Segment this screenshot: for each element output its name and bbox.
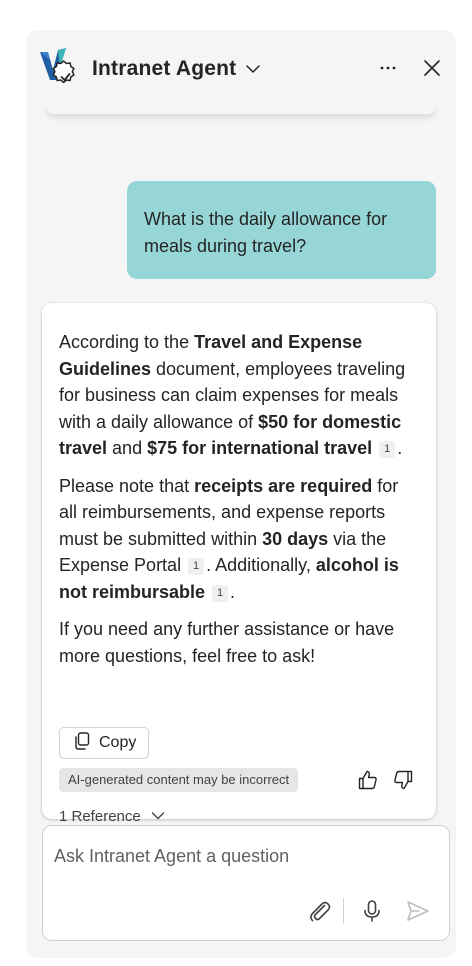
- response-paragraph-1: According to the Travel and Expense Guid…: [59, 332, 406, 458]
- agent-logo-icon: [38, 46, 78, 86]
- agent-panel: Intranet Agent What is the daily allowan…: [26, 30, 456, 958]
- close-icon[interactable]: [418, 54, 446, 82]
- thumbs-down-icon[interactable]: [392, 769, 414, 791]
- citation-marker[interactable]: 1: [212, 584, 229, 602]
- copy-button-label: Copy: [99, 734, 137, 751]
- chevron-down-icon: [151, 808, 165, 825]
- chevron-down-icon[interactable]: [244, 60, 262, 78]
- composer: [42, 825, 450, 941]
- user-message: What is the daily allowance for meals du…: [127, 181, 436, 279]
- thumbs-up-icon[interactable]: [357, 769, 379, 791]
- agent-response-card: According to the Travel and Expense Guid…: [42, 303, 436, 825]
- citation-marker[interactable]: 1: [188, 558, 205, 575]
- header-divider: [46, 106, 436, 114]
- paperclip-icon[interactable]: [307, 898, 333, 924]
- agent-title[interactable]: Intranet Agent: [92, 57, 236, 81]
- references-toggle[interactable]: 1 Reference: [59, 808, 165, 825]
- panel-header: Intranet Agent: [26, 30, 456, 108]
- references-label: 1 Reference: [59, 808, 141, 825]
- more-options-icon[interactable]: [374, 54, 402, 82]
- copy-icon: [74, 731, 90, 755]
- copy-button[interactable]: Copy: [59, 727, 149, 759]
- response-paragraph-2: Please note that receipts are required f…: [59, 475, 399, 602]
- microphone-icon[interactable]: [359, 898, 385, 924]
- composer-divider: [343, 898, 344, 924]
- citation-marker[interactable]: 1: [379, 441, 396, 458]
- question-input[interactable]: [54, 846, 434, 867]
- ai-disclaimer-badge: AI-generated content may be incorrect: [59, 768, 299, 792]
- response-paragraph-3: If you need any further assistance or ha…: [59, 619, 395, 666]
- send-icon[interactable]: [405, 898, 431, 924]
